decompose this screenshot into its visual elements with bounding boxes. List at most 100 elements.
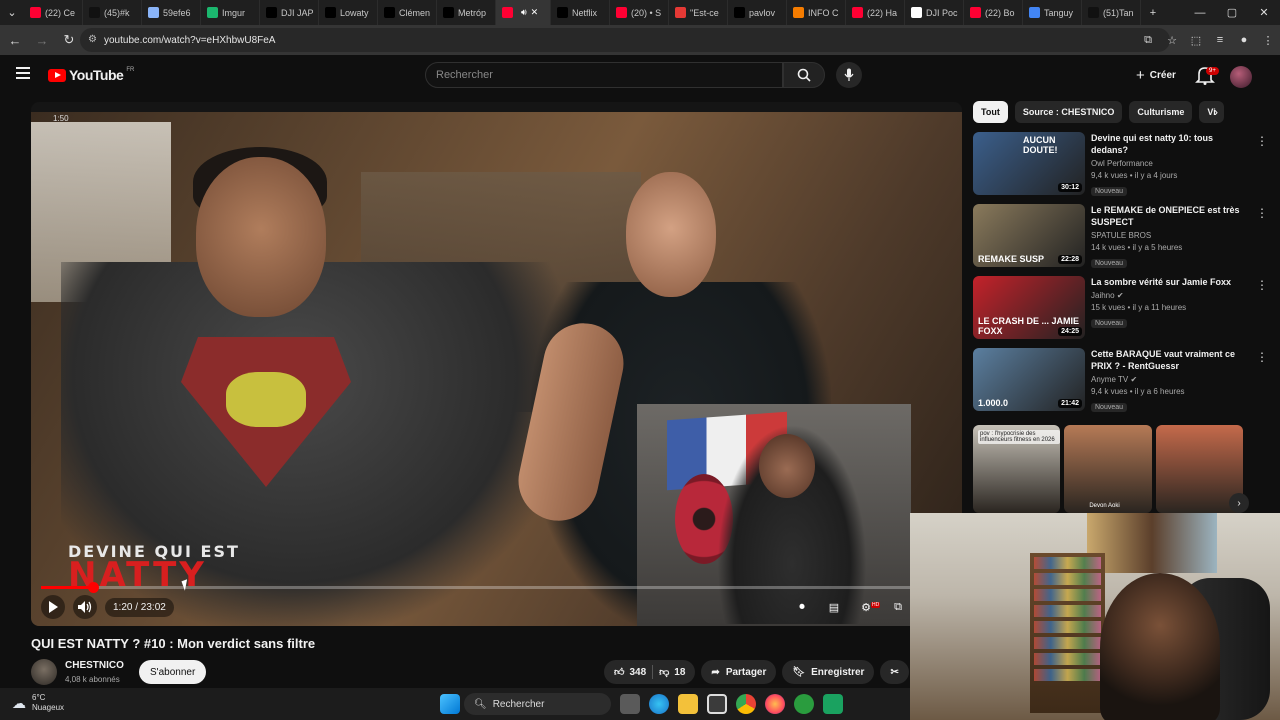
voice-search-button[interactable] <box>836 62 862 88</box>
recommended-video[interactable]: AUCUN DOUTE! 30:12 Devine qui est natty 10… <box>973 132 1268 196</box>
browser-tab[interactable]: (20) • S <box>610 0 669 25</box>
search-button[interactable] <box>783 62 825 88</box>
more-options-icon[interactable]: ⋮ <box>1256 134 1268 148</box>
clip-button[interactable]: ✂ <box>880 660 909 684</box>
browser-tab[interactable]: (45)#k <box>83 0 142 25</box>
dislike-button[interactable]: 👎︎ 18 <box>659 666 685 679</box>
tab-list-chevron-icon[interactable]: ⌄ <box>0 6 24 19</box>
chrome-icon[interactable] <box>736 694 756 714</box>
video-player[interactable]: 1:50 DEVINE QUI EST NATTY 1:20 / 23:02 ⏺… <box>31 102 962 626</box>
subtitles-icon[interactable]: ▤ <box>823 598 845 616</box>
edge-icon[interactable] <box>649 694 669 714</box>
video-thumbnail[interactable]: REMAKE SUSP 22:28 <box>973 204 1085 267</box>
video-thumbnail[interactable]: 1.000.0 21:42 <box>973 348 1085 411</box>
close-window-button[interactable]: ✕ <box>1248 0 1280 25</box>
browser-tab[interactable]: (22) Ce <box>24 0 83 25</box>
browser-tab[interactable]: (22) Bo <box>964 0 1023 25</box>
recommended-video[interactable]: LE CRASH DE ... JAMIE FOXX 24:25 La sombre… <box>973 276 1268 340</box>
filter-chip[interactable]: Vi <box>1199 101 1224 123</box>
more-options-icon[interactable]: ⋮ <box>1256 206 1268 220</box>
windows-start-icon[interactable] <box>440 694 460 714</box>
firefox-icon[interactable] <box>765 694 785 714</box>
reload-button[interactable]: ↻ <box>57 28 81 52</box>
channel-avatar[interactable] <box>31 659 57 685</box>
filter-chip[interactable]: Source : CHESTNICO <box>1014 101 1123 123</box>
video-thumbnail[interactable]: AUCUN DOUTE! 30:12 <box>973 132 1085 195</box>
recommended-channel[interactable]: SPATULE BROS <box>1091 231 1241 240</box>
more-options-icon[interactable]: ⋮ <box>1256 278 1268 292</box>
recommended-title[interactable]: Devine qui est natty 10: tous dedans? <box>1091 132 1241 156</box>
bookmark-star-icon[interactable]: ☆ <box>1160 28 1184 52</box>
chips-next-chevron-icon[interactable]: › <box>1214 105 1218 119</box>
browser-tab[interactable]: "Est-ce <box>669 0 728 25</box>
recommended-channel[interactable]: Jaihno ✔ <box>1091 291 1241 300</box>
recommended-channel[interactable]: Owl Performance <box>1091 159 1241 168</box>
task-view-icon[interactable] <box>620 694 640 714</box>
autoplay-toggle[interactable]: ⏺ <box>791 598 813 616</box>
browser-tab[interactable]: Metróp <box>437 0 496 25</box>
browser-tab[interactable]: Netflix <box>551 0 610 25</box>
extensions-icon[interactable]: ⬚ <box>1184 28 1208 52</box>
filter-chip[interactable]: Culturisme <box>1129 101 1193 123</box>
recommended-title[interactable]: Le REMAKE de ONEPIECE est très SUSPECT <box>1091 204 1241 228</box>
browser-tab[interactable]: Imgur <box>201 0 260 25</box>
create-button[interactable]: + Créer <box>1126 62 1186 88</box>
account-avatar[interactable] <box>1230 66 1252 88</box>
youtube-logo[interactable]: YouTube FR <box>48 67 134 83</box>
store-icon[interactable] <box>707 694 727 714</box>
browser-tab[interactable]: Lowaty <box>319 0 378 25</box>
recommended-video[interactable]: REMAKE SUSP 22:28 Le REMAKE de ONEPIECE es… <box>973 204 1268 268</box>
miniplayer-icon[interactable]: ⧉ <box>887 598 909 616</box>
xbox-icon[interactable] <box>794 694 814 714</box>
browser-tab[interactable]: 59efe6 <box>142 0 201 25</box>
site-info-icon[interactable]: ⚙ <box>88 34 97 45</box>
save-button[interactable]: 🔖︎ Enregistrer <box>782 660 875 684</box>
video-thumbnail[interactable]: LE CRASH DE ... JAMIE FOXX 24:25 <box>973 276 1085 339</box>
forward-button[interactable]: → <box>30 28 54 52</box>
browser-tab[interactable]: DJI JAP <box>260 0 319 25</box>
url-field[interactable]: ⚙ youtube.com/watch?v=eHXhbwU8FeA <box>80 28 1170 52</box>
new-tab-button[interactable]: + <box>1141 7 1165 19</box>
browser-menu-icon[interactable]: ⋮ <box>1256 28 1280 52</box>
subscribe-button[interactable]: S'abonner <box>139 660 207 684</box>
browser-tab[interactable]: DJI Poc <box>905 0 964 25</box>
profile-icon[interactable]: ● <box>1232 28 1256 52</box>
shorts-next-chevron-icon[interactable]: › <box>1229 493 1249 513</box>
progress-bar[interactable] <box>41 582 939 593</box>
file-explorer-icon[interactable] <box>678 694 698 714</box>
more-options-icon[interactable]: ⋮ <box>1256 350 1268 364</box>
tab-audio-icon[interactable]: 🔊︎ <box>521 7 527 18</box>
browser-tab[interactable]: (22) Ha <box>846 0 905 25</box>
browser-tab[interactable]: 🔊︎ ✕ <box>496 0 551 25</box>
back-button[interactable]: ← <box>3 28 27 52</box>
short-thumbnail[interactable]: pov : l'hypocrisie des influenceurs fitn… <box>973 425 1061 513</box>
search-input[interactable]: Rechercher <box>425 62 783 88</box>
short-thumbnail[interactable]: Devon Aoki <box>1064 425 1152 513</box>
minimize-button[interactable]: — <box>1184 0 1216 25</box>
taskbar-search[interactable]: 🔍︎ Rechercher <box>464 693 611 715</box>
chat-app-icon[interactable] <box>823 694 843 714</box>
channel-name[interactable]: CHESTNICO <box>65 660 124 671</box>
close-tab-icon[interactable]: ✕ <box>531 7 539 18</box>
recommended-title[interactable]: La sombre vérité sur Jamie Foxx <box>1091 276 1241 288</box>
share-button[interactable]: ➦ Partager <box>701 660 777 684</box>
cast-icon[interactable]: ⧉ <box>1136 28 1160 52</box>
guide-menu-icon[interactable] <box>16 67 30 79</box>
browser-tab[interactable]: (51)Tan <box>1082 0 1141 25</box>
mute-button[interactable] <box>73 595 97 619</box>
recommended-video[interactable]: 1.000.0 21:42 Cette BARAQUE vaut vraiment … <box>973 348 1268 412</box>
like-button[interactable]: 👍︎ 348 <box>614 666 646 679</box>
recommended-title[interactable]: Cette BARAQUE vaut vraiment ce PRIX ? - … <box>1091 348 1241 372</box>
progress-scrubber[interactable] <box>88 582 100 593</box>
play-button[interactable] <box>41 595 65 619</box>
weather-widget[interactable]: ☁ 6°C Nuageux <box>12 693 64 713</box>
browser-tab[interactable]: INFO C <box>787 0 846 25</box>
browser-tab[interactable]: Clémen <box>378 0 437 25</box>
recommended-channel[interactable]: Anyme TV ✔ <box>1091 375 1241 384</box>
recommended-meta: 14 k vues • il y a 5 heures <box>1091 243 1183 252</box>
browser-tab[interactable]: pavlov <box>728 0 787 25</box>
browser-tab[interactable]: Tanguy <box>1023 0 1082 25</box>
filter-chip[interactable]: Tout <box>973 101 1008 123</box>
maximize-button[interactable]: ▢ <box>1216 0 1248 25</box>
media-control-icon[interactable]: ≡ <box>1208 28 1232 52</box>
